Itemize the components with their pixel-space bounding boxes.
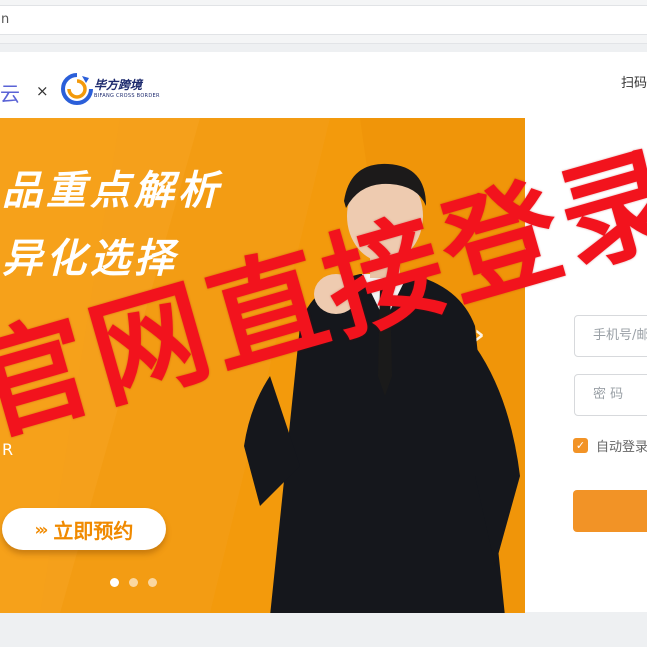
banner-tagline: R xyxy=(2,440,14,459)
brand-logo-text: 云 xyxy=(0,82,20,106)
promo-banner[interactable]: 品重点解析 异化选择 R ››› 立即预约 › xyxy=(0,118,525,613)
auto-login-label: 自动登录 xyxy=(596,440,647,455)
carousel-dot-2[interactable] xyxy=(129,578,138,587)
page-bottom-area xyxy=(0,612,647,647)
auto-login-checkbox[interactable]: ✓ xyxy=(573,438,588,453)
carousel-dots xyxy=(110,578,157,587)
scan-login-link[interactable]: 扫码 xyxy=(621,72,647,91)
chevron-right-icon[interactable]: › xyxy=(474,320,485,350)
partner-name: 毕方跨境 xyxy=(94,78,143,92)
carousel-dot-1[interactable] xyxy=(110,578,119,587)
auto-login-option[interactable]: ✓ 自动登录 xyxy=(573,436,647,455)
carousel-dot-3[interactable] xyxy=(148,578,157,587)
login-button[interactable] xyxy=(573,490,647,532)
chevrons-right-icon: ››› xyxy=(34,519,49,539)
brand-separator: × xyxy=(36,82,49,100)
book-now-button[interactable]: ››› 立即预约 xyxy=(2,508,166,550)
bifang-logo-icon xyxy=(61,73,93,105)
password-input[interactable]: 密 码 xyxy=(574,374,647,416)
browser-toolbar: n xyxy=(0,0,647,44)
address-bar[interactable]: n xyxy=(0,5,647,35)
banner-headline-2: 异化选择 xyxy=(2,236,178,282)
partner-subtitle: BIFANG CROSS BORDER xyxy=(94,93,160,99)
banner-headline-1: 品重点解析 xyxy=(2,168,222,214)
phone-email-input[interactable]: 手机号/邮 xyxy=(574,315,647,357)
presenter-photo xyxy=(244,163,520,613)
book-now-label: 立即预约 xyxy=(53,518,134,543)
